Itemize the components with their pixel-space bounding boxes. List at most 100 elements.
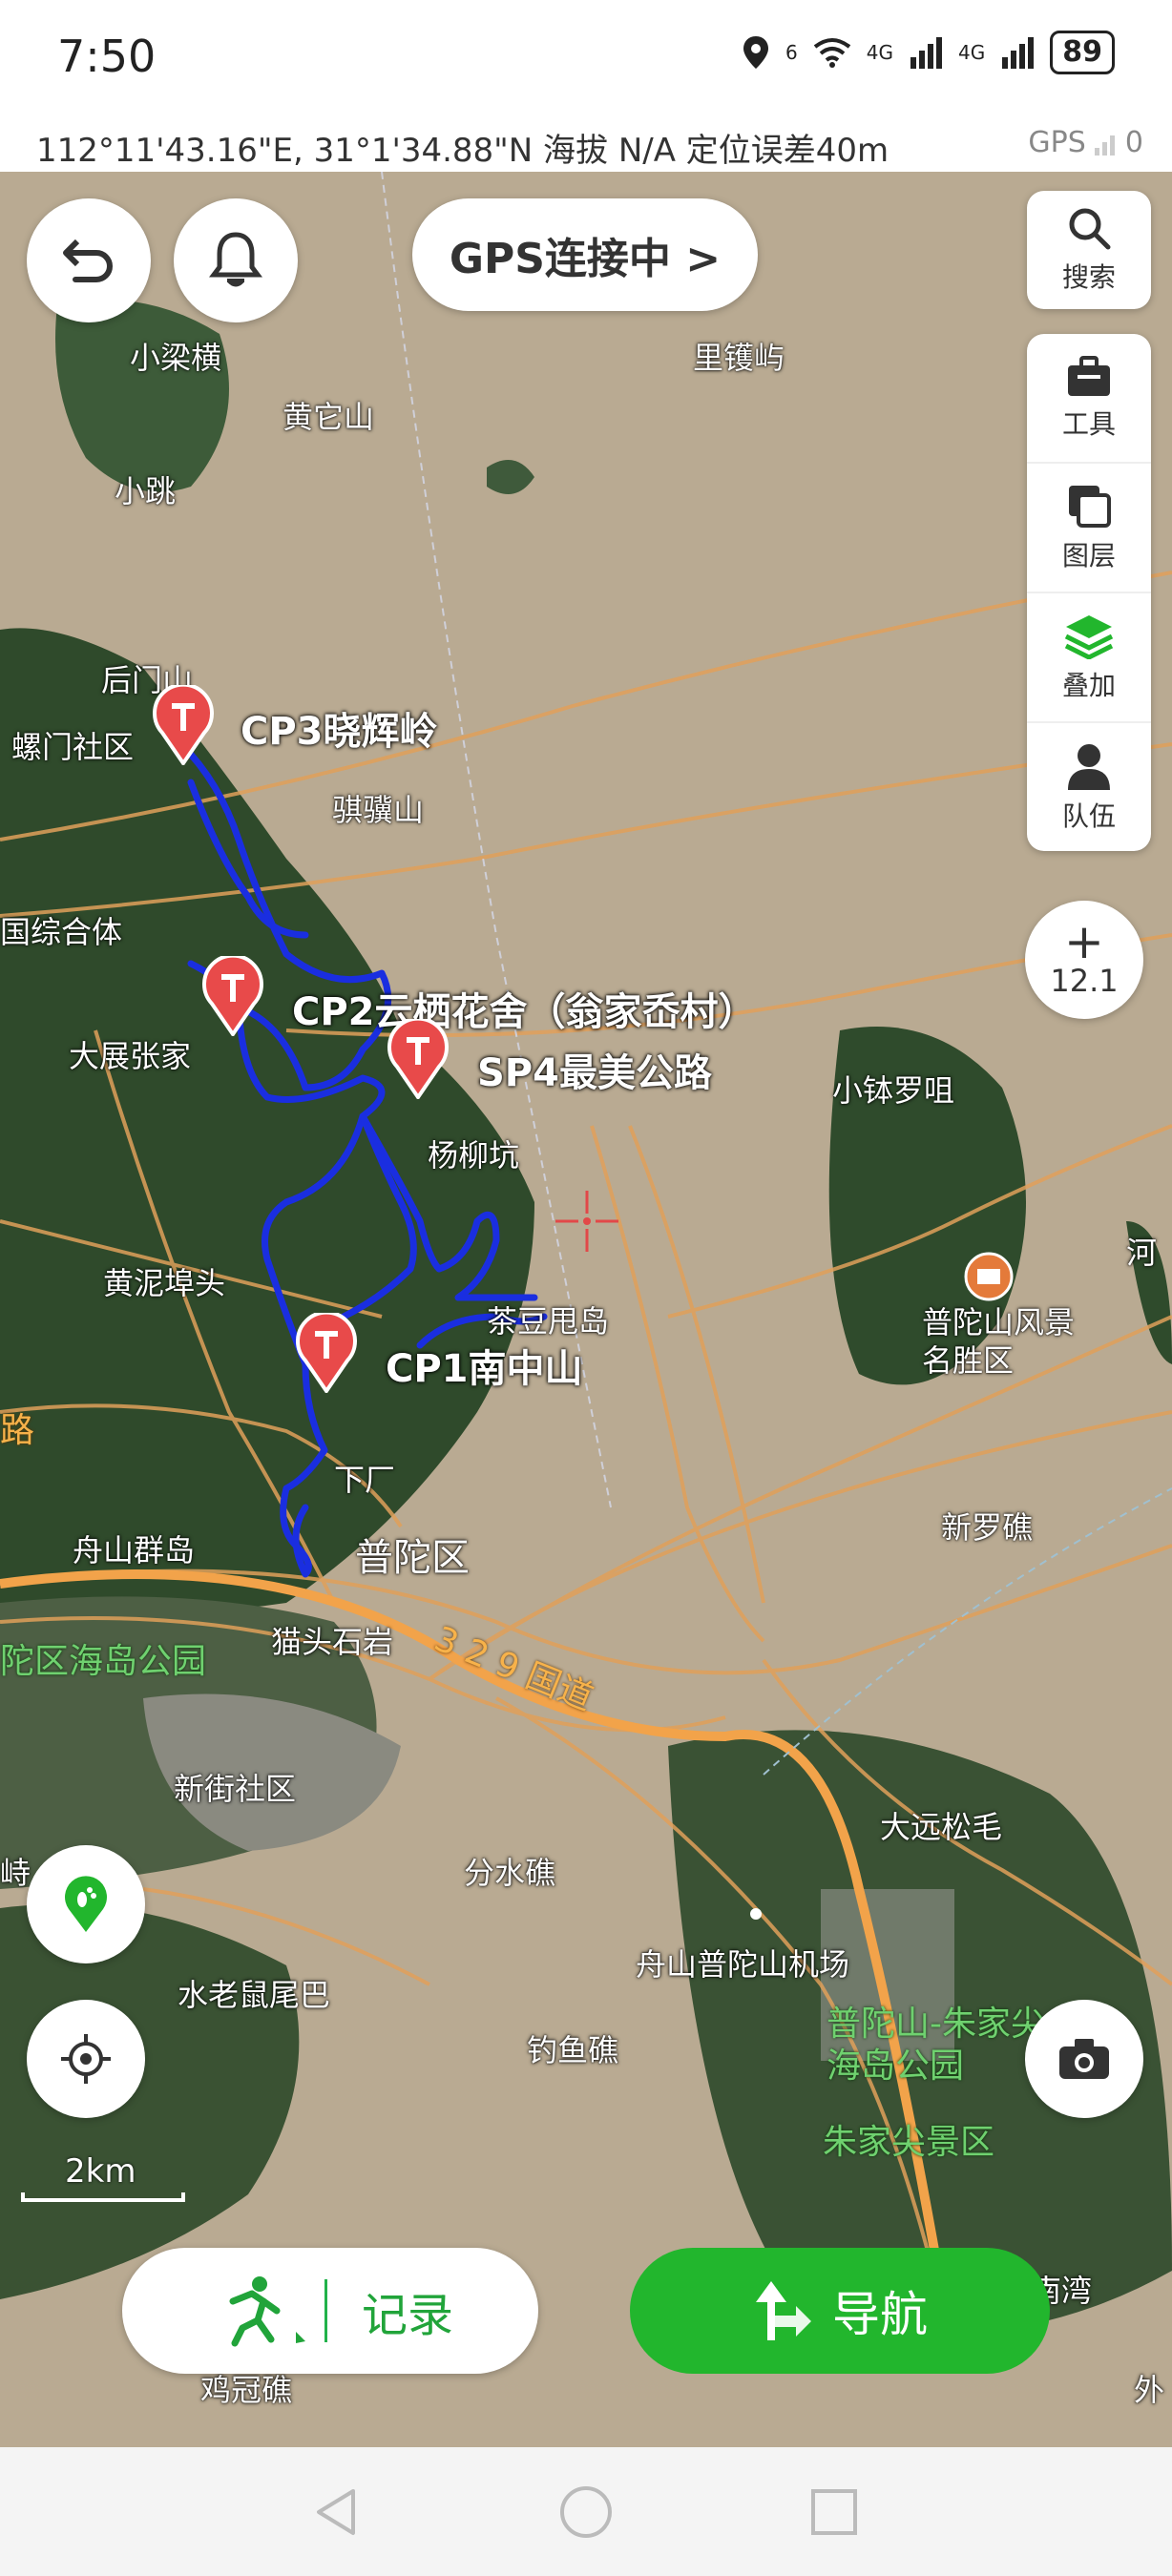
layers-icon <box>1069 486 1111 528</box>
map-label: 舟山群岛 <box>73 1532 196 1568</box>
map-label: 小跳 <box>115 473 177 509</box>
gps-indicator: GPS 0 <box>1028 126 1143 159</box>
back-arrow-icon <box>63 239 113 282</box>
navigate-button[interactable]: 导航 <box>630 2248 1050 2374</box>
scenic-area-label: 普陀山风景名胜区 <box>922 1304 1076 1379</box>
checkpoint-marker-cp3[interactable] <box>153 685 214 765</box>
zoom-plus-icon: + <box>1064 914 1104 969</box>
search-icon <box>1069 208 1111 250</box>
footprint-pin-icon <box>65 1876 107 1932</box>
nav-recents-icon[interactable] <box>809 2487 859 2537</box>
map-label: 外 <box>1134 2372 1165 2408</box>
search-label: 搜索 <box>1061 261 1116 293</box>
zoom-button[interactable]: + 12.1 <box>1025 901 1143 1019</box>
park-label: 陀区海岛公园 <box>0 1642 207 1681</box>
park-label: 普陀山-朱家尖海岛公园 <box>827 2005 1045 2086</box>
map-label: 大展张家 <box>69 1038 192 1074</box>
bell-icon <box>209 232 262 287</box>
checkpoint-marker-cp1[interactable] <box>296 1313 357 1393</box>
map-label: 钓鱼礁 <box>527 2032 619 2068</box>
coordinate-readout: 112°11'43.16"E, 31°1'34.88"N 海拔 N/A 定位误差… <box>36 132 889 170</box>
overlay-stack-icon <box>1064 615 1114 659</box>
back-button[interactable] <box>27 198 151 322</box>
map-label: 峙 <box>0 1855 31 1891</box>
map-view[interactable]: 小梁横 里镬屿 黄它山 小跳 后门山 螺门社区 骐骥山 国综合体 大展张家 杨柳… <box>0 172 1172 2447</box>
checkpoint-label-cp1[interactable]: CP1南中山 <box>386 1338 583 1393</box>
tools-label: 工具 <box>1061 408 1116 440</box>
clock: 7:50 <box>57 31 157 82</box>
gps-count: 0 <box>1124 126 1143 159</box>
checkpoint-label-cp3[interactable]: CP3晓辉岭 <box>241 700 438 756</box>
map-label: 小钵罗咀 <box>832 1072 955 1109</box>
camera-button[interactable] <box>1025 2000 1143 2118</box>
map-label: 水老鼠尾巴 <box>178 1977 331 2013</box>
nav-back-icon[interactable] <box>309 2485 363 2539</box>
signal-icon-2 <box>1002 37 1035 69</box>
coordinate-bar: 112°11'43.16"E, 31°1'34.88"N 海拔 N/A 定位误差… <box>0 114 1172 173</box>
team-button[interactable]: 队伍 <box>1027 723 1151 851</box>
record-label: 记录 <box>362 2289 454 2342</box>
record-button[interactable]: 记录 <box>122 2248 538 2374</box>
map-label: 里镬屿 <box>693 340 785 376</box>
tools-button[interactable]: 工具 <box>1027 334 1151 464</box>
navigate-label: 导航 <box>832 2287 928 2342</box>
map-label: 路 <box>0 1411 35 1450</box>
search-panel: 搜索 <box>1027 191 1151 309</box>
checkpoint-marker-cp2[interactable] <box>202 956 263 1036</box>
network-badge-2: 4G <box>866 41 894 64</box>
running-person-icon <box>229 2276 305 2347</box>
network-badge-1: 6 <box>785 41 798 64</box>
status-bar: 7:50 6 4G 4G 89 <box>0 0 1172 114</box>
team-label: 队伍 <box>1061 800 1116 832</box>
tool-panel: 工具 图层 叠加 队伍 <box>1027 334 1151 851</box>
gps-label: GPS <box>1028 126 1086 159</box>
map-label: 螺门社区 <box>11 729 135 765</box>
map-label: 杨柳坑 <box>428 1137 520 1174</box>
status-icons: 6 4G 4G 89 <box>742 31 1115 74</box>
locate-crosshair-icon <box>61 2034 111 2084</box>
wifi-icon <box>813 38 851 68</box>
map-label: 国综合体 <box>0 914 123 950</box>
search-button[interactable]: 搜索 <box>1027 191 1151 309</box>
map-label: 骐骥山 <box>332 792 425 828</box>
district-label: 普陀区 <box>355 1536 470 1580</box>
layers-button[interactable]: 图层 <box>1027 464 1151 593</box>
checkpoint-marker-sp4[interactable] <box>387 1019 449 1099</box>
map-label: 茶豆甩岛 <box>487 1303 610 1340</box>
map-label: 大远松毛 <box>880 1809 1003 1845</box>
map-label: 黄它山 <box>283 399 375 435</box>
map-scale: 2km <box>21 2152 185 2202</box>
locate-button[interactable] <box>27 2000 145 2118</box>
battery-icon: 89 <box>1050 31 1115 74</box>
camera-icon <box>1059 2039 1109 2079</box>
layers-label: 图层 <box>1061 540 1116 571</box>
gps-status-button[interactable]: GPS连接中 > <box>412 198 758 311</box>
map-label: 新街社区 <box>174 1771 297 1807</box>
map-label: 新罗礁 <box>941 1509 1034 1546</box>
overlay-button[interactable]: 叠加 <box>1027 593 1151 723</box>
map-label: 下厂 <box>334 1462 396 1498</box>
map-label: 河 <box>1126 1235 1158 1271</box>
gps-signal-icon <box>1095 135 1116 156</box>
scale-label: 2km <box>65 2152 136 2191</box>
nav-home-icon[interactable] <box>557 2483 615 2541</box>
footprint-button[interactable] <box>27 1845 145 1963</box>
system-navigation-bar <box>0 2447 1172 2576</box>
map-label: 分水礁 <box>464 1855 556 1891</box>
scale-bar <box>21 2192 185 2202</box>
airport-label: 舟山普陀山机场 <box>636 1946 850 1983</box>
map-label: 黄泥埠头 <box>103 1265 226 1301</box>
park-label: 朱家尖景区 <box>823 2123 995 2162</box>
team-person-icon <box>1068 744 1110 790</box>
map-label: 小梁横 <box>130 340 222 376</box>
map-label: 猫头石岩 <box>271 1624 394 1660</box>
checkpoint-label-cp2[interactable]: CP2云栖花舍（翁家岙村） <box>292 981 757 1036</box>
location-icon <box>743 36 769 69</box>
record-divider <box>324 2279 327 2342</box>
checkpoint-label-sp4[interactable]: SP4最美公路 <box>477 1042 712 1097</box>
toolbox-icon <box>1068 356 1110 396</box>
signal-icon <box>910 37 943 69</box>
navigate-arrow-icon <box>756 2281 811 2340</box>
notification-button[interactable] <box>174 198 298 322</box>
zoom-level: 12.1 <box>1050 963 1119 999</box>
